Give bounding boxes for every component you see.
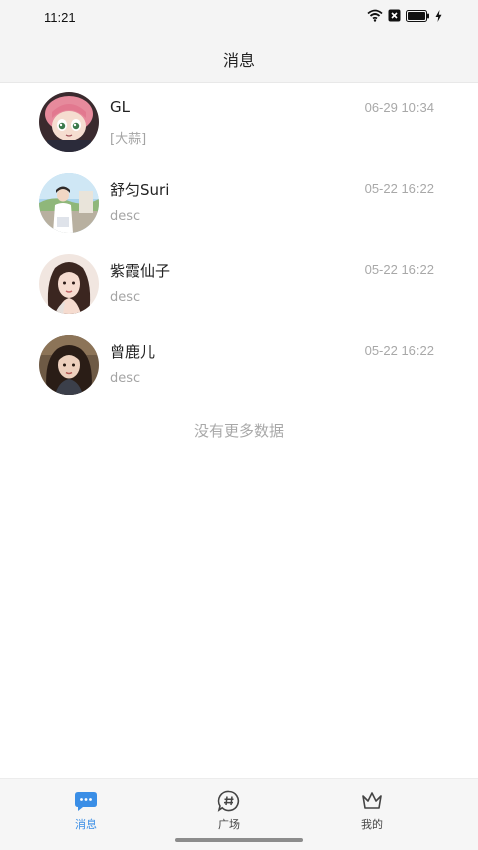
sim-off-icon xyxy=(388,7,401,26)
list-end-indicator: 没有更多数据 xyxy=(193,422,284,440)
contact-name: 紫霞仙子 xyxy=(110,262,171,280)
conversation-item[interactable]: 舒匀Suri desc 05-22 16:22 xyxy=(0,163,478,244)
avatar[interactable] xyxy=(39,254,99,314)
conversation-item[interactable]: 紫霞仙子 desc 05-22 16:22 xyxy=(0,244,478,325)
wifi-icon xyxy=(367,7,383,26)
battery-icon xyxy=(406,7,430,26)
last-message: desc xyxy=(110,209,141,224)
tab-label: 广场 xyxy=(218,818,240,831)
status-bar: 11:21 xyxy=(0,0,478,34)
conversation-item[interactable]: 曾鹿儿 desc 05-22 16:22 xyxy=(0,325,478,406)
status-icons xyxy=(367,8,442,24)
charging-bolt-icon xyxy=(435,7,442,26)
navigation-header: 消息 xyxy=(0,34,478,83)
tab-label: 我的 xyxy=(361,818,383,831)
page-title: 消息 xyxy=(222,51,255,70)
conversation-item[interactable]: GL [大蒜] 06-29 10:34 xyxy=(0,82,478,163)
home-indicator[interactable] xyxy=(175,838,303,842)
conversation-list: GL [大蒜] 06-29 10:34 舒匀Suri desc 05-22 16… xyxy=(0,82,478,406)
tab-profile[interactable]: 我的 xyxy=(322,779,422,839)
last-message: desc xyxy=(110,290,141,305)
contact-name: 曾鹿儿 xyxy=(110,343,156,361)
contact-name: 舒匀Suri xyxy=(110,181,170,199)
messages-screen: 11:21 消息 GL [大蒜] 06-29 10:34 舒匀Suri desc… xyxy=(0,0,478,850)
tab-messages[interactable]: 消息 xyxy=(36,779,136,839)
crown-icon xyxy=(360,790,384,812)
message-time: 05-22 16:22 xyxy=(364,343,434,358)
message-time: 05-22 16:22 xyxy=(364,181,434,196)
message-time: 06-29 10:34 xyxy=(364,100,434,115)
hashtag-bubble-icon xyxy=(217,790,241,812)
tab-square[interactable]: 广场 xyxy=(179,779,279,839)
last-message: [大蒜] xyxy=(110,132,147,147)
avatar[interactable] xyxy=(39,173,99,233)
last-message: desc xyxy=(110,371,141,386)
status-time: 11:21 xyxy=(44,10,76,25)
message-time: 05-22 16:22 xyxy=(364,262,434,277)
avatar[interactable] xyxy=(39,92,99,152)
tab-label: 消息 xyxy=(75,818,97,831)
contact-name: GL xyxy=(110,98,130,116)
avatar[interactable] xyxy=(39,335,99,395)
chat-bubble-icon xyxy=(74,790,98,812)
